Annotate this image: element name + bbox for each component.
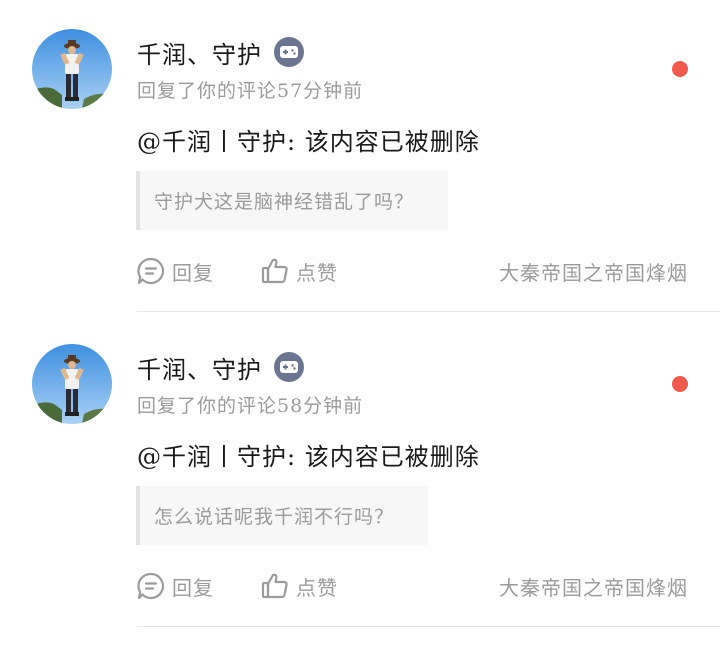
source-link[interactable]: 大秦帝国之帝国烽烟 — [499, 254, 688, 288]
notification-item[interactable]: 千润、守护 回复了你的评论58分钟前 @千润丨守护: 该内容已被删除 怎么说话呢… — [0, 315, 720, 629]
source-link[interactable]: 大秦帝国之帝国烽烟 — [499, 569, 688, 603]
unread-dot — [672, 376, 688, 392]
action-bar: 回复 点赞 大秦帝国之帝国烽烟 — [136, 569, 696, 603]
reply-time: 回复了你的评论57分钟前 — [137, 80, 364, 102]
unread-dot — [672, 61, 688, 77]
reply-button[interactable]: 回复 — [136, 569, 214, 603]
reply-button[interactable]: 回复 — [136, 254, 214, 288]
like-button[interactable]: 点赞 — [260, 254, 338, 288]
like-label: 点赞 — [296, 260, 338, 285]
avatar[interactable] — [32, 344, 112, 424]
gamepad-icon — [274, 37, 304, 67]
quoted-comment[interactable]: 怎么说话呢我千润不行吗？ — [136, 486, 428, 545]
comment-icon — [137, 257, 165, 285]
quoted-comment[interactable]: 守护犬这是脑神经错乱了吗？ — [136, 171, 448, 230]
divider — [137, 626, 720, 627]
like-label: 点赞 — [296, 575, 338, 600]
user-row: 千润、守护 — [137, 349, 304, 385]
reply-label: 回复 — [172, 575, 214, 600]
reply-label: 回复 — [172, 260, 214, 285]
comment-icon — [137, 572, 165, 600]
notification-list: 千润、守护 回复了你的评论57分钟前 @千润丨守护: 该内容已被删除 守护犬这是… — [0, 0, 720, 654]
notification-item[interactable]: 千润、守护 回复了你的评论57分钟前 @千润丨守护: 该内容已被删除 守护犬这是… — [0, 0, 720, 314]
like-button[interactable]: 点赞 — [260, 569, 338, 603]
thumbs-up-icon — [261, 258, 288, 284]
divider — [137, 311, 720, 312]
gamepad-icon — [274, 352, 304, 382]
user-name[interactable]: 千润、守护 — [137, 35, 262, 70]
reply-time: 回复了你的评论58分钟前 — [137, 395, 364, 417]
user-row: 千润、守护 — [137, 34, 304, 70]
thumbs-up-icon — [261, 573, 288, 599]
reply-content[interactable]: @千润丨守护: 该内容已被删除 — [137, 122, 480, 157]
action-bar: 回复 点赞 大秦帝国之帝国烽烟 — [136, 254, 696, 288]
user-name[interactable]: 千润、守护 — [137, 350, 262, 385]
avatar[interactable] — [32, 29, 112, 109]
reply-content[interactable]: @千润丨守护: 该内容已被删除 — [137, 437, 480, 472]
